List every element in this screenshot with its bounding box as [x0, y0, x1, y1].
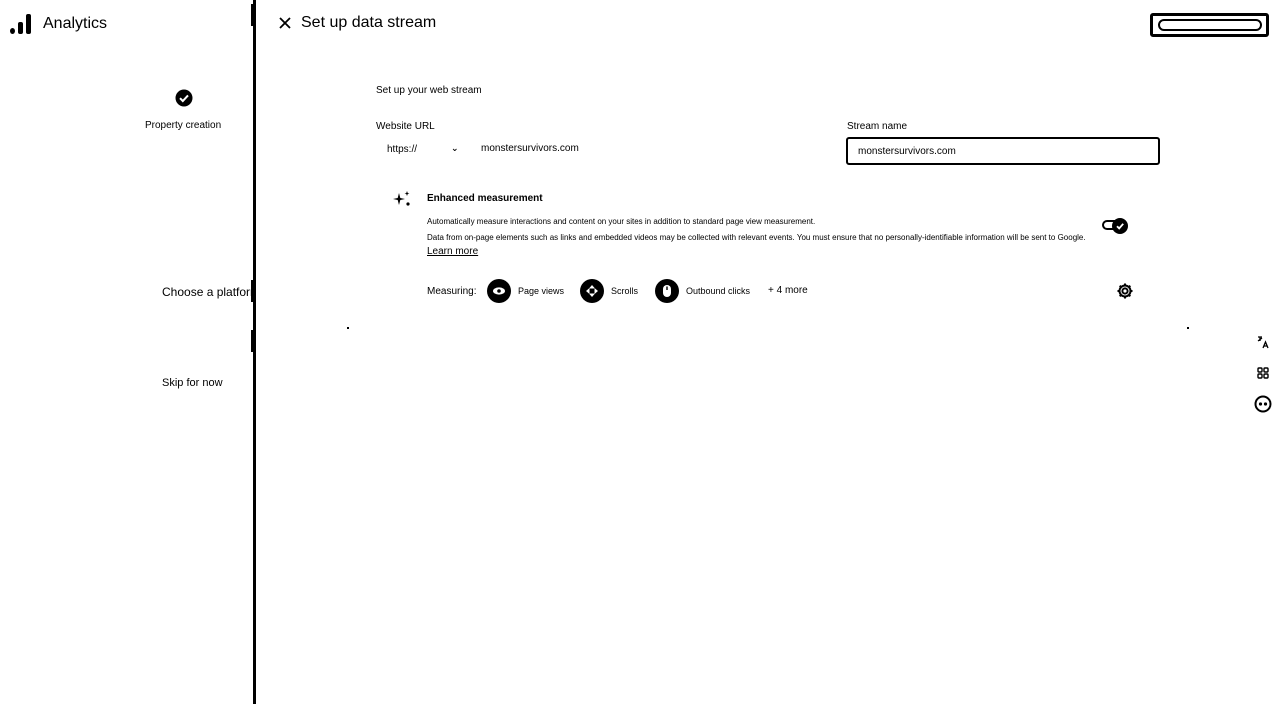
section-title: Set up your web stream — [376, 85, 482, 96]
step-choose-platform: Choose a platform — [162, 285, 253, 299]
close-button[interactable] — [276, 13, 294, 33]
note-text: Data from on-page elements such as links… — [427, 233, 1086, 242]
gear-icon[interactable] — [1116, 282, 1134, 300]
check-circle-icon — [175, 89, 193, 107]
enhanced-measurement-note: Data from on-page elements such as links… — [427, 231, 1097, 259]
analytics-bars-icon — [10, 14, 32, 34]
apps-tool[interactable] — [1254, 364, 1272, 382]
grid-icon — [1257, 367, 1269, 379]
measure-chip-page-views: Page views — [487, 279, 564, 303]
enhanced-measurement-description: Automatically measure interactions and c… — [427, 217, 816, 226]
top-right-button[interactable] — [1150, 13, 1269, 37]
artifact-dot — [347, 327, 349, 329]
stream-name-input[interactable] — [846, 137, 1160, 165]
mouse-click-icon — [655, 279, 679, 303]
measuring-label: Measuring: — [427, 286, 477, 297]
measure-label: Scrolls — [611, 286, 639, 296]
protocol-select[interactable]: https:// ⌄ — [387, 143, 467, 155]
face-icon — [1254, 395, 1272, 413]
top-right-button-label — [1157, 19, 1262, 31]
protocol-value: https:// — [387, 144, 418, 155]
feedback-tool[interactable] — [1254, 395, 1272, 413]
divider-mark — [251, 330, 253, 352]
website-url-label: Website URL — [376, 121, 435, 132]
scroll-icon — [580, 279, 604, 303]
translate-icon — [1257, 336, 1269, 349]
website-url-input[interactable] — [481, 143, 781, 154]
analytics-logo[interactable]: Analytics — [10, 14, 107, 34]
measure-chip-scrolls: Scrolls — [580, 279, 638, 303]
steps-sidebar: Analytics Property creation Choose a pla… — [0, 0, 253, 704]
translate-tool[interactable] — [1254, 333, 1272, 351]
step-property-creation: Property creation — [145, 120, 222, 131]
chevron-down-icon: ⌄ — [451, 143, 459, 153]
enhanced-measurement-title: Enhanced measurement — [427, 193, 543, 204]
artifact-dot — [1187, 327, 1189, 329]
measure-label: Outbound clicks — [686, 286, 751, 296]
enhanced-measurement-toggle[interactable] — [1100, 217, 1130, 234]
page-title: Set up data stream — [301, 14, 437, 31]
more-measures-link[interactable]: + 4 more — [768, 285, 808, 296]
pane-divider — [253, 0, 256, 704]
divider-mark — [251, 4, 253, 26]
app-name: Analytics — [43, 15, 108, 32]
sparkle-icon — [393, 191, 410, 206]
divider-mark — [251, 280, 253, 302]
measure-label: Page views — [518, 286, 565, 296]
stream-name-label: Stream name — [847, 121, 908, 132]
learn-more-link[interactable]: Learn more — [427, 246, 478, 257]
skip-for-now-link[interactable]: Skip for now — [162, 377, 223, 389]
app-root: Analytics Property creation Choose a pla… — [0, 0, 1280, 704]
measure-chip-outbound-clicks: Outbound clicks — [655, 279, 750, 303]
close-icon — [279, 17, 291, 29]
check-icon — [1112, 218, 1128, 234]
eye-icon — [487, 279, 511, 303]
